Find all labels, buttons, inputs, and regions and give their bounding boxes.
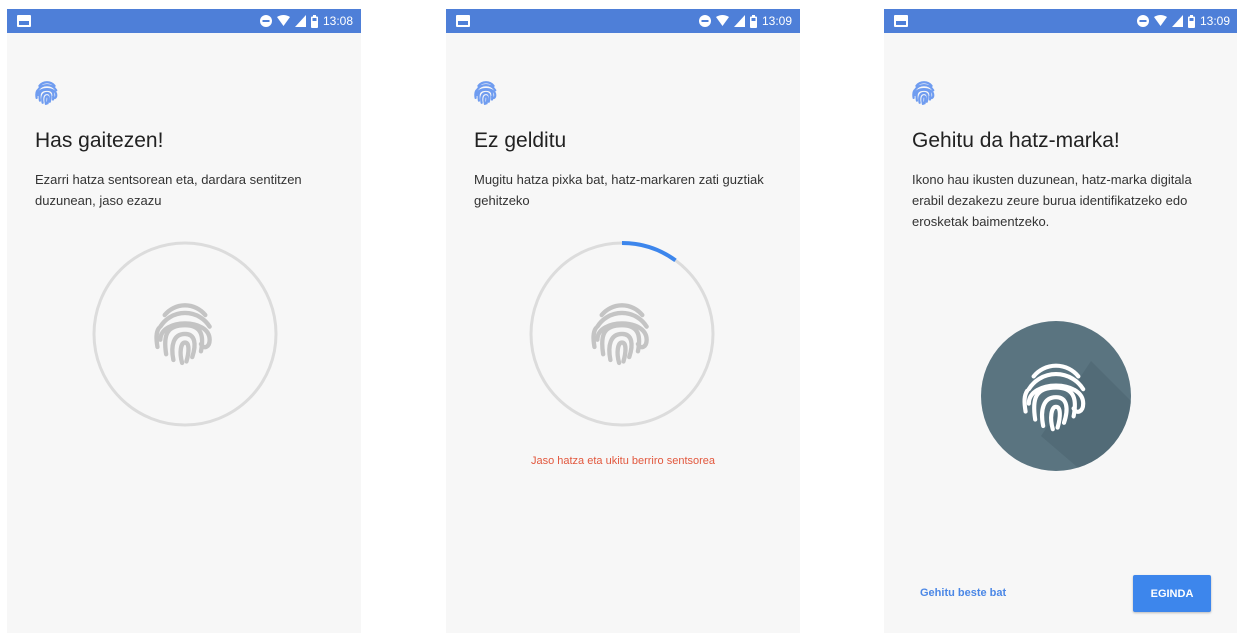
page-description: Ikono hau ikusten duzunean, hatz-marka d… [912, 172, 1192, 229]
wifi-icon [276, 15, 290, 26]
dnd-icon [259, 15, 272, 27]
status-time: 13:09 [1199, 14, 1230, 28]
battery-icon [1187, 14, 1195, 28]
status-time: 13:09 [761, 14, 792, 28]
enroll-screen-progress: 13:09 Ez gelditu Mugitu hatza pixka bat,… [446, 9, 800, 633]
notification-icon [894, 15, 908, 27]
fingerprint-success-badge [981, 321, 1131, 471]
enroll-screen-start: 13:08 Has gaitezen! Ezarri hatza sentsor… [7, 9, 361, 633]
status-time: 13:08 [322, 14, 353, 28]
enrollment-progress-ring [529, 241, 715, 427]
page-title: Has gaitezen! [35, 129, 164, 152]
fingerprint-icon [35, 81, 58, 105]
page-title: Gehitu da hatz-marka! [912, 129, 1120, 152]
dnd-icon [1136, 15, 1149, 27]
fingerprint-sensor-ring [92, 241, 278, 427]
battery-icon [310, 14, 318, 28]
wifi-icon [715, 15, 729, 26]
notification-icon [456, 15, 470, 27]
status-bar: 13:09 [884, 9, 1237, 33]
dnd-icon [698, 15, 711, 27]
battery-icon [749, 14, 757, 28]
notification-icon [17, 15, 31, 27]
signal-icon [733, 15, 745, 27]
done-button[interactable]: EGINDA [1133, 575, 1211, 612]
page-description: Ezarri hatza sentsorean eta, dardara sen… [35, 172, 302, 208]
fingerprint-icon [156, 305, 209, 363]
fingerprint-icon [474, 81, 497, 105]
fingerprint-icon [593, 305, 646, 363]
add-another-button[interactable]: Gehitu beste bat [920, 587, 1006, 599]
signal-icon [1171, 15, 1183, 27]
status-bar: 13:09 [446, 9, 800, 33]
error-message: Jaso hatza eta ukitu berriro sentsorea [530, 455, 716, 467]
progress-arc [621, 241, 677, 263]
enroll-screen-done: 13:09 Gehitu da hatz-marka! Ikono hau ik… [884, 9, 1237, 633]
status-bar: 13:08 [7, 9, 361, 33]
fingerprint-icon [912, 81, 935, 105]
page-description: Mugitu hatza pixka bat, hatz-markaren za… [474, 172, 764, 208]
wifi-icon [1153, 15, 1167, 26]
page-title: Ez gelditu [474, 129, 567, 152]
signal-icon [294, 15, 306, 27]
